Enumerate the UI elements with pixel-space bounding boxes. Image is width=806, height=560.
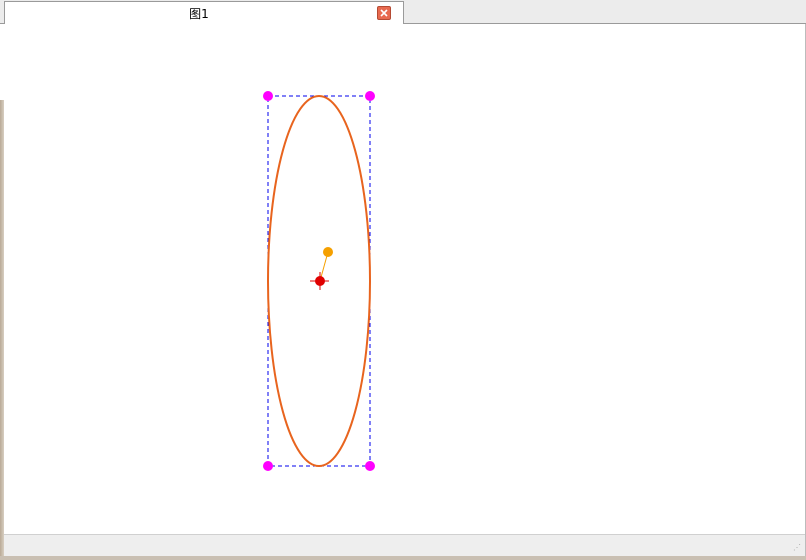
document-window: 图1 ⋰ — [0, 0, 806, 560]
canvas-svg — [263, 91, 375, 471]
status-bar: ⋰ — [4, 534, 805, 556]
close-icon[interactable] — [377, 6, 391, 20]
rotation-handle[interactable] — [323, 247, 333, 257]
drawing-canvas[interactable] — [4, 24, 805, 534]
resize-handle-bottom-left[interactable] — [263, 461, 273, 471]
tab-bar: 图1 — [0, 0, 806, 25]
tab-figure-1[interactable]: 图1 — [4, 1, 404, 25]
resize-handle-top-left[interactable] — [263, 91, 273, 101]
window-bottom-edge — [0, 556, 806, 560]
resize-handle-bottom-right[interactable] — [365, 461, 375, 471]
tab-title: 图1 — [189, 7, 209, 21]
center-marker[interactable] — [310, 272, 329, 290]
resize-grip-icon[interactable]: ⋰ — [793, 544, 803, 554]
resize-handle-top-right[interactable] — [365, 91, 375, 101]
